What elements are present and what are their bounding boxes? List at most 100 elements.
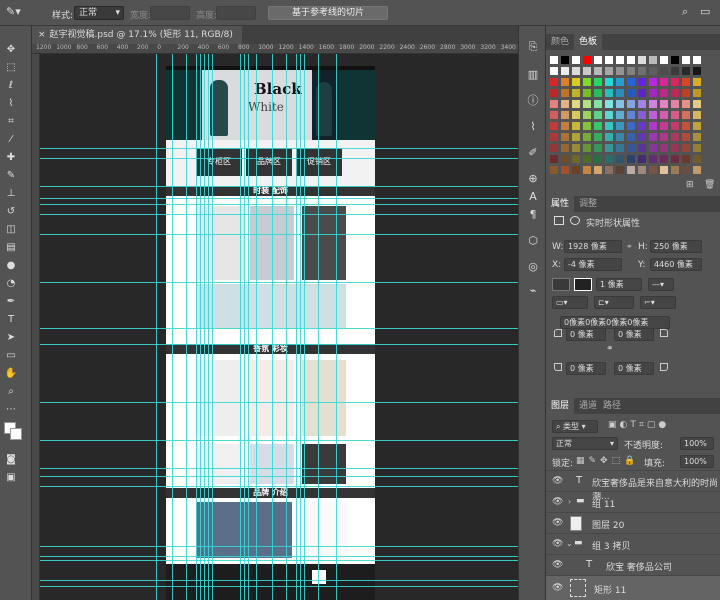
stroke-align-select[interactable]: ▭▾ [552, 296, 588, 309]
color-swatch[interactable] [605, 166, 613, 174]
color-swatch[interactable] [671, 78, 679, 86]
horizontal-guide[interactable] [40, 148, 518, 149]
color-swatch[interactable] [660, 122, 668, 130]
color-swatch[interactable] [671, 89, 679, 97]
color-swatch[interactable] [682, 133, 690, 141]
channels-icon[interactable]: ◎ [526, 260, 540, 274]
color-swatch[interactable] [627, 78, 635, 86]
canvas-area[interactable]: Black White 专柜区 品牌区 促销区 时装 配饰 香氛 彩妆 品牌 介… [40, 54, 518, 600]
color-swatch[interactable] [660, 100, 668, 108]
eyedropper-tool-icon[interactable]: ⁄ [4, 134, 18, 146]
vertical-guide[interactable] [272, 54, 273, 600]
color-swatch[interactable] [693, 144, 701, 152]
color-swatch[interactable] [682, 111, 690, 119]
color-swatch[interactable] [572, 111, 580, 119]
tab-properties[interactable]: 属性 [546, 196, 575, 212]
color-swatch[interactable] [682, 56, 690, 64]
tab-swatches[interactable]: 色板 [574, 34, 603, 50]
color-swatch[interactable] [605, 78, 613, 86]
adjustments-icon[interactable]: ▥ [526, 68, 540, 82]
horizontal-guide[interactable] [40, 282, 518, 283]
color-swatch[interactable] [693, 111, 701, 119]
color-swatch[interactable] [649, 67, 657, 75]
color-swatch[interactable] [616, 56, 624, 64]
visibility-eye-icon[interactable]: 👁 [552, 476, 563, 486]
color-swatch[interactable] [649, 155, 657, 163]
color-swatch[interactable] [638, 111, 646, 119]
color-swatch[interactable] [605, 67, 613, 75]
color-swatch[interactable] [583, 56, 591, 64]
brushes-icon[interactable]: ✐ [526, 146, 540, 160]
layer-row[interactable]: 👁 图层 20 [546, 512, 720, 533]
color-swatch[interactable] [649, 166, 657, 174]
layer-row[interactable]: 👁 › ▬ 组 11 [546, 491, 720, 512]
color-swatch[interactable] [605, 144, 613, 152]
horizontal-guide[interactable] [40, 556, 518, 557]
screen-mode-icon[interactable]: ▣ [4, 472, 18, 484]
tab-color[interactable]: 颜色 [546, 34, 574, 50]
color-swatch[interactable] [671, 144, 679, 152]
color-swatch[interactable] [638, 133, 646, 141]
color-swatch[interactable] [682, 89, 690, 97]
vertical-guide[interactable] [256, 54, 257, 600]
color-swatch[interactable] [627, 144, 635, 152]
visibility-eye-icon[interactable]: 👁 [552, 560, 563, 570]
color-swatch[interactable] [682, 144, 690, 152]
delete-swatch-icon[interactable]: 🗑 [704, 180, 715, 190]
style-select[interactable]: 正常 ▾ [74, 6, 124, 20]
color-swatch[interactable] [660, 144, 668, 152]
dodge-tool-icon[interactable]: ◔ [4, 278, 18, 290]
color-swatch[interactable] [594, 67, 602, 75]
color-swatch[interactable] [616, 67, 624, 75]
color-swatch[interactable] [660, 78, 668, 86]
color-swatch[interactable] [572, 89, 580, 97]
color-swatch[interactable] [638, 166, 646, 174]
color-swatch[interactable] [638, 155, 646, 163]
color-swatch[interactable] [572, 56, 580, 64]
close-tab-icon[interactable]: × [38, 30, 46, 40]
color-swatch[interactable] [583, 89, 591, 97]
collapse-chevron-icon[interactable]: ⌄ [566, 539, 573, 548]
color-swatch[interactable] [682, 78, 690, 86]
color-swatch[interactable] [682, 155, 690, 163]
blur-tool-icon[interactable]: ● [4, 260, 18, 272]
horizontal-guide[interactable] [40, 560, 518, 561]
3d-icon[interactable]: ⬡ [526, 234, 540, 248]
color-swatch[interactable] [550, 111, 558, 119]
mask-properties-icon[interactable] [570, 216, 580, 225]
path-select-tool-icon[interactable]: ➤ [4, 332, 18, 344]
color-swatch[interactable] [682, 67, 690, 75]
color-swatch[interactable] [594, 56, 602, 64]
color-swatch[interactable] [627, 56, 635, 64]
color-swatch[interactable] [660, 89, 668, 97]
color-swatch[interactable] [693, 122, 701, 130]
visibility-eye-icon[interactable]: 👁 [552, 518, 563, 528]
color-swatch[interactable] [616, 100, 624, 108]
color-swatch[interactable] [550, 133, 558, 141]
color-swatch[interactable] [693, 89, 701, 97]
layer-row[interactable]: 👁 T 欣宝奢侈品是来自意大利的时尚潮... [546, 470, 720, 502]
new-swatch-icon[interactable]: ⊞ [686, 180, 694, 190]
y-value-field[interactable]: 4460 像素 [650, 258, 702, 271]
color-swatch[interactable] [550, 144, 558, 152]
height-field[interactable] [216, 6, 256, 20]
vertical-guide[interactable] [204, 54, 205, 600]
link-corners-icon[interactable]: ⚭ [606, 344, 614, 354]
paragraph-icon[interactable]: ¶ [526, 208, 540, 222]
color-swatch[interactable] [550, 67, 558, 75]
stroke-corners-select[interactable]: ⌐▾ [640, 296, 676, 309]
color-swatch[interactable] [660, 133, 668, 141]
color-swatch[interactable] [616, 166, 624, 174]
fill-swatch[interactable] [552, 278, 570, 291]
color-swatch[interactable] [594, 144, 602, 152]
color-swatch[interactable] [572, 78, 580, 86]
history-icon[interactable]: ⎘ [526, 40, 540, 54]
color-swatch[interactable] [561, 111, 569, 119]
horizontal-guide[interactable] [40, 186, 518, 187]
vertical-guide[interactable] [208, 54, 209, 600]
corner-br-field[interactable]: 0 像素 [614, 362, 654, 375]
color-swatch[interactable] [605, 155, 613, 163]
color-swatch[interactable] [561, 100, 569, 108]
color-swatch[interactable] [605, 89, 613, 97]
color-swatch[interactable] [660, 155, 668, 163]
